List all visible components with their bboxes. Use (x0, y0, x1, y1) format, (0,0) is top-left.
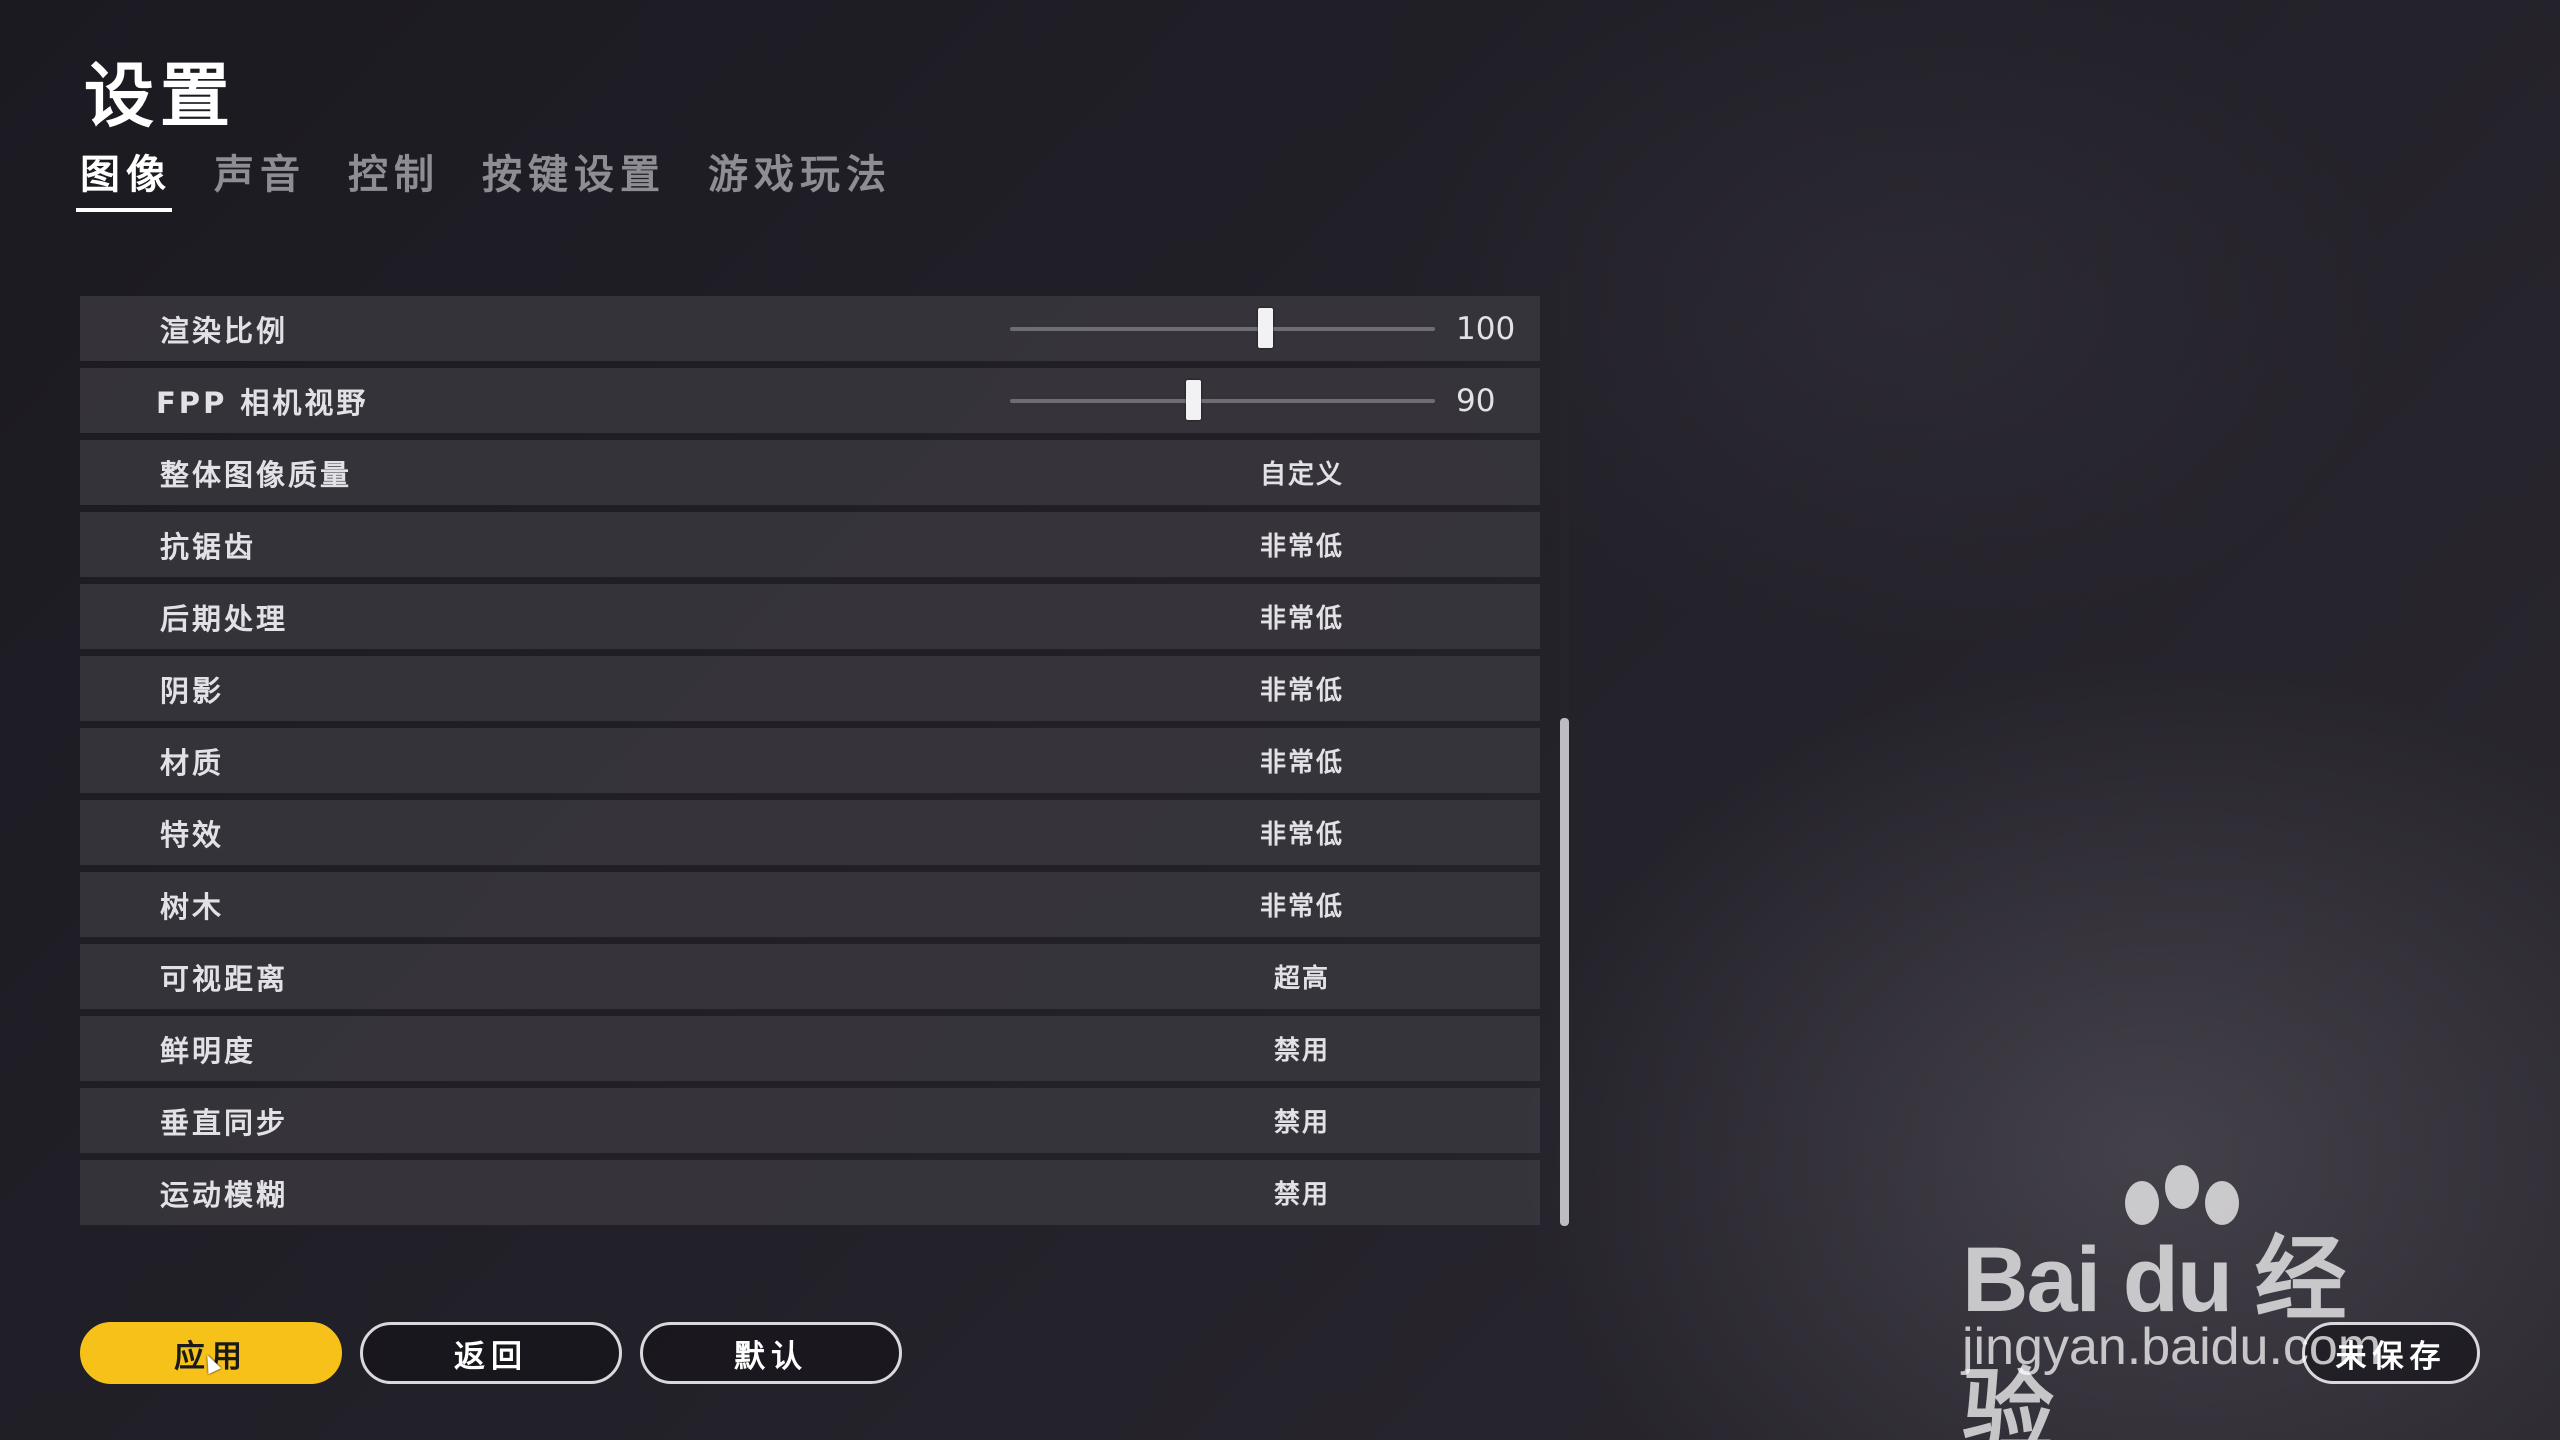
tab-keybindings[interactable]: 按键设置 (482, 142, 666, 212)
setting-label: 整体图像质量 (160, 457, 353, 492)
scrollbar-thumb[interactable] (1560, 718, 1569, 1226)
tab-controls[interactable]: 控制 (348, 142, 440, 212)
setting-label: 后期处理 (160, 601, 289, 636)
setting-row-anti-aliasing[interactable]: 抗锯齿 非常低 (80, 512, 1540, 577)
setting-label: 特效 (160, 817, 225, 852)
setting-label: 阴影 (160, 673, 225, 708)
setting-value: 100 (1456, 310, 1516, 347)
default-button[interactable]: 默认 (640, 1322, 902, 1384)
tab-gameplay[interactable]: 游戏玩法 (708, 142, 892, 212)
setting-value: 90 (1456, 382, 1496, 419)
setting-row-motion-blur[interactable]: 运动模糊 禁用 (80, 1160, 1540, 1225)
setting-row-overall-quality[interactable]: 整体图像质量 自定义 (80, 440, 1540, 505)
tab-graphics[interactable]: 图像 (76, 142, 172, 212)
setting-value[interactable]: 非常低 (1122, 670, 1482, 707)
setting-row-shadows[interactable]: 阴影 非常低 (80, 656, 1540, 721)
back-button[interactable]: 返回 (360, 1322, 622, 1384)
tab-sound[interactable]: 声音 (214, 142, 306, 212)
setting-value[interactable]: 非常低 (1122, 598, 1482, 635)
page-title: 设置 (84, 55, 236, 137)
setting-value[interactable]: 非常低 (1122, 742, 1482, 779)
fpp-fov-slider[interactable] (1010, 380, 1435, 420)
setting-value[interactable]: 禁用 (1122, 1102, 1482, 1139)
setting-row-sharpen[interactable]: 鲜明度 禁用 (80, 1016, 1540, 1081)
render-scale-slider[interactable] (1010, 308, 1435, 348)
settings-tabs: 图像 声音 控制 按键设置 游戏玩法 (76, 142, 934, 212)
setting-row-view-distance[interactable]: 可视距离 超高 (80, 944, 1540, 1009)
setting-value[interactable]: 非常低 (1122, 526, 1482, 563)
watermark-url: jingyan.baidu.com (1962, 1318, 2382, 1376)
setting-label: 鲜明度 (160, 1033, 257, 1068)
settings-list: 渲染比例 100 FPP 相机视野 90 整体图像质量 自定义 抗锯齿 非常低 … (80, 296, 1540, 1232)
baidu-jingyan-watermark: Bai du 经验 jingyan.baidu.com (1962, 1165, 2422, 1440)
setting-label: 树木 (160, 889, 225, 924)
setting-row-post-processing[interactable]: 后期处理 非常低 (80, 584, 1540, 649)
setting-label: FPP 相机视野 (156, 385, 369, 420)
setting-value[interactable]: 禁用 (1122, 1030, 1482, 1067)
setting-row-render-scale: 渲染比例 100 (80, 296, 1540, 361)
setting-label: 运动模糊 (160, 1177, 289, 1212)
setting-row-effects[interactable]: 特效 非常低 (80, 800, 1540, 865)
settings-scrollbar[interactable] (1560, 278, 1569, 1228)
setting-row-vsync[interactable]: 垂直同步 禁用 (80, 1088, 1540, 1153)
slider-handle[interactable] (1258, 308, 1273, 348)
setting-value[interactable]: 自定义 (1122, 454, 1482, 491)
setting-value[interactable]: 禁用 (1122, 1174, 1482, 1211)
setting-value[interactable]: 非常低 (1122, 814, 1482, 851)
setting-label: 可视距离 (160, 961, 289, 996)
setting-value[interactable]: 非常低 (1122, 886, 1482, 923)
slider-handle[interactable] (1185, 380, 1201, 420)
setting-row-foliage[interactable]: 树木 非常低 (80, 872, 1540, 937)
setting-label: 抗锯齿 (160, 529, 257, 564)
setting-row-fpp-fov: FPP 相机视野 90 (80, 368, 1540, 433)
setting-label: 渲染比例 (160, 313, 289, 348)
setting-label: 垂直同步 (160, 1105, 289, 1140)
setting-label: 材质 (160, 745, 225, 780)
setting-row-textures[interactable]: 材质 非常低 (80, 728, 1540, 793)
setting-value[interactable]: 超高 (1122, 958, 1482, 995)
